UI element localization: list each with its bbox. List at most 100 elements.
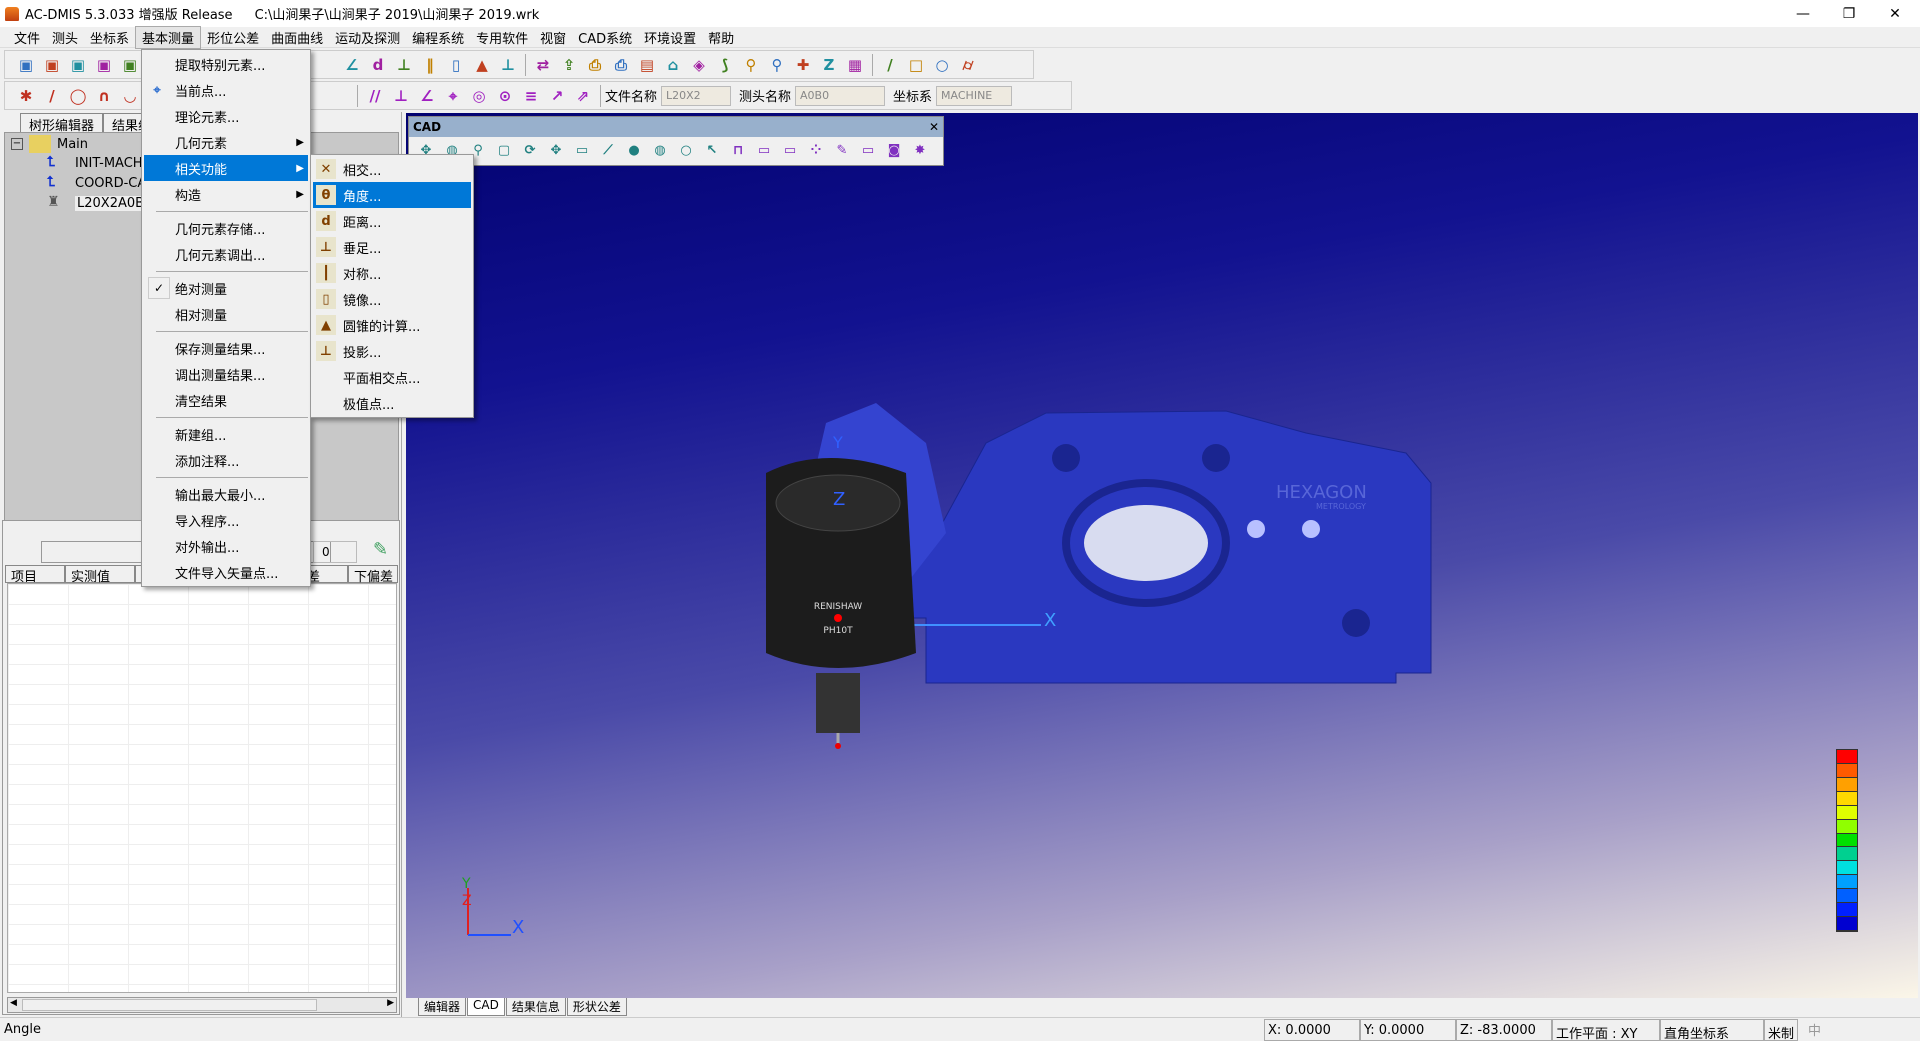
symmetry-tol-icon[interactable]: ≡ [520, 85, 542, 107]
camera-icon[interactable]: ◙ [883, 139, 905, 161]
menu-item[interactable]: 添加注释... [144, 447, 308, 473]
probe-point-icon[interactable]: ✚ [792, 54, 814, 76]
select-window-icon[interactable]: ▭ [571, 139, 593, 161]
fixture-icon[interactable]: ⊓ [727, 139, 749, 161]
sub-icon[interactable]: ▦ [844, 54, 866, 76]
runout-icon[interactable]: ↗ [546, 85, 568, 107]
concentricity-icon[interactable]: ◎ [468, 85, 490, 107]
column-header[interactable]: 实测值 [65, 565, 135, 585]
circle-icon[interactable]: ○ [931, 54, 953, 76]
window-icon[interactable]: ▭ [857, 139, 879, 161]
rectangle-icon[interactable]: □ [905, 54, 927, 76]
angle-icon[interactable]: ∠ [341, 54, 363, 76]
symmetry-icon[interactable]: ‖ [419, 54, 441, 76]
menu-item[interactable]: 输出最大最小... [144, 481, 308, 507]
ime-indicator[interactable]: 中 [1808, 1020, 1821, 1039]
load-icon[interactable]: ⇪ [558, 54, 580, 76]
total-runout-icon[interactable]: ⇗ [572, 85, 594, 107]
menu-item[interactable]: 相对测量 [144, 301, 308, 327]
angularity-icon[interactable]: ∠ [416, 85, 438, 107]
shaded-icon[interactable]: ● [623, 139, 645, 161]
brush-icon[interactable]: ✎ [831, 139, 853, 161]
menu-12[interactable]: 帮助 [702, 27, 740, 48]
perpendicular-foot-icon[interactable]: ⊥ [393, 54, 415, 76]
menu-item[interactable]: 新建组... [144, 421, 308, 447]
line-icon[interactable]: / [879, 54, 901, 76]
circle-outline-icon[interactable]: ○ [675, 139, 697, 161]
menu-2[interactable]: 坐标系 [84, 27, 135, 48]
cone-icon[interactable]: ▲ [471, 54, 493, 76]
points-icon[interactable]: ⁘ [805, 139, 827, 161]
menu-item[interactable]: 提取特别元素... [144, 51, 308, 77]
minimize-button[interactable]: — [1780, 0, 1826, 27]
close-button[interactable]: ✕ [1872, 0, 1918, 27]
scrollbar-thumb[interactable] [22, 999, 317, 1011]
menu-item[interactable]: 几何元素存储... [144, 215, 308, 241]
tab-view-2[interactable]: 结果信息 [505, 998, 566, 1016]
wireframe-icon[interactable]: ◍ [649, 139, 671, 161]
menu-item[interactable]: 调出测量结果... [144, 361, 308, 387]
mirror-icon[interactable]: ▯ [445, 54, 467, 76]
eraser-icon[interactable]: ✎ [373, 539, 388, 560]
report-icon[interactable]: ▤ [636, 54, 658, 76]
cad-viewport[interactable]: HEXAGON METROLOGY X RENISHAW PH10T Z Y X… [406, 113, 1918, 998]
menu-9[interactable]: 视窗 [534, 27, 572, 48]
open-folder-icon[interactable]: ▣ [93, 54, 115, 76]
menu-item[interactable]: 文件导入矢量点... [144, 559, 308, 585]
transfer-icon[interactable]: ⇄ [532, 54, 554, 76]
menu-item[interactable]: 相关功能 ▶ [144, 155, 308, 181]
file-name-field[interactable]: L20X2 [661, 85, 732, 106]
label-select-icon[interactable]: ▭ [753, 139, 775, 161]
point-icon[interactable]: ✱ [15, 85, 37, 107]
restore-button[interactable]: ❐ [1826, 0, 1872, 27]
rotate-icon[interactable]: ⟳ [519, 139, 541, 161]
flatness-icon[interactable]: ⌭ [957, 54, 979, 76]
print-preview-icon[interactable]: ⎙ [584, 54, 606, 76]
submenu-item[interactable]: ┃ 对称... [313, 260, 471, 286]
scroll-right-icon[interactable]: ▶ [387, 998, 394, 1008]
menu-4[interactable]: 形位公差 [201, 27, 265, 48]
counter-field[interactable]: 0 [313, 541, 357, 563]
coaxiality-icon[interactable]: ⊙ [494, 85, 516, 107]
menu-8[interactable]: 专用软件 [470, 27, 534, 48]
tree-node[interactable]: ♜ L20X2A0B0 [47, 194, 155, 212]
menu-5[interactable]: 曲面曲线 [265, 27, 329, 48]
coordinate-system-field[interactable]: MACHINE [936, 85, 1013, 106]
cad-toolbar-close-button[interactable]: ✕ [929, 120, 939, 134]
pointer-icon[interactable]: ↖ [701, 139, 723, 161]
select-plane-icon[interactable]: ⟋ [597, 139, 619, 161]
submenu-item[interactable]: 平面相交点... [313, 364, 471, 390]
submenu-item[interactable]: ▲ 圆锥的计算... [313, 312, 471, 338]
save-as-icon[interactable]: ▣ [41, 54, 63, 76]
menu-item[interactable]: 对外输出... [144, 533, 308, 559]
menu-10[interactable]: CAD系统 [572, 27, 638, 48]
collapse-icon[interactable]: − [11, 138, 23, 150]
submenu-item[interactable]: θ 角度... [313, 182, 471, 208]
menu-11[interactable]: 环境设置 [638, 27, 702, 48]
home-icon[interactable]: ⌂ [662, 54, 684, 76]
tab-view-0[interactable]: 编辑器 [418, 998, 467, 1016]
tree-node[interactable]: ⮤ INIT-MACH [47, 154, 143, 172]
layers-icon[interactable]: ◈ [688, 54, 710, 76]
tab-view-1[interactable]: CAD [467, 998, 505, 1016]
submenu-item[interactable]: d 距离... [313, 208, 471, 234]
position-icon[interactable]: ⌖ [442, 85, 464, 107]
circle-measure-icon[interactable]: ◯ [67, 85, 89, 107]
probe-name-field[interactable]: A0B0 [795, 85, 886, 106]
projection-icon[interactable]: ⊥ [497, 54, 519, 76]
status-workplane[interactable]: 工作平面 : XY [1552, 1019, 1660, 1041]
menu-item[interactable]: 导入程序... [144, 507, 308, 533]
path-icon[interactable]: ⟆ [714, 54, 736, 76]
menu-1[interactable]: 测头 [46, 27, 84, 48]
menu-item[interactable]: ✓ 绝对测量 [144, 275, 308, 301]
arc-icon[interactable]: ∩ [93, 85, 115, 107]
menu-item[interactable]: 理论元素... [144, 103, 308, 129]
ellipse-icon[interactable]: ◡ [119, 85, 141, 107]
menu-3[interactable]: 基本测量 [135, 25, 202, 49]
tree-node-main[interactable]: − Main [11, 135, 88, 153]
joystick-icon[interactable]: ⚲ [766, 54, 788, 76]
distance-icon[interactable]: d [367, 54, 389, 76]
perpendicularity-icon[interactable]: ⊥ [390, 85, 412, 107]
submenu-item[interactable]: ⊥ 投影... [313, 338, 471, 364]
multi-label-icon[interactable]: ▭ [779, 139, 801, 161]
